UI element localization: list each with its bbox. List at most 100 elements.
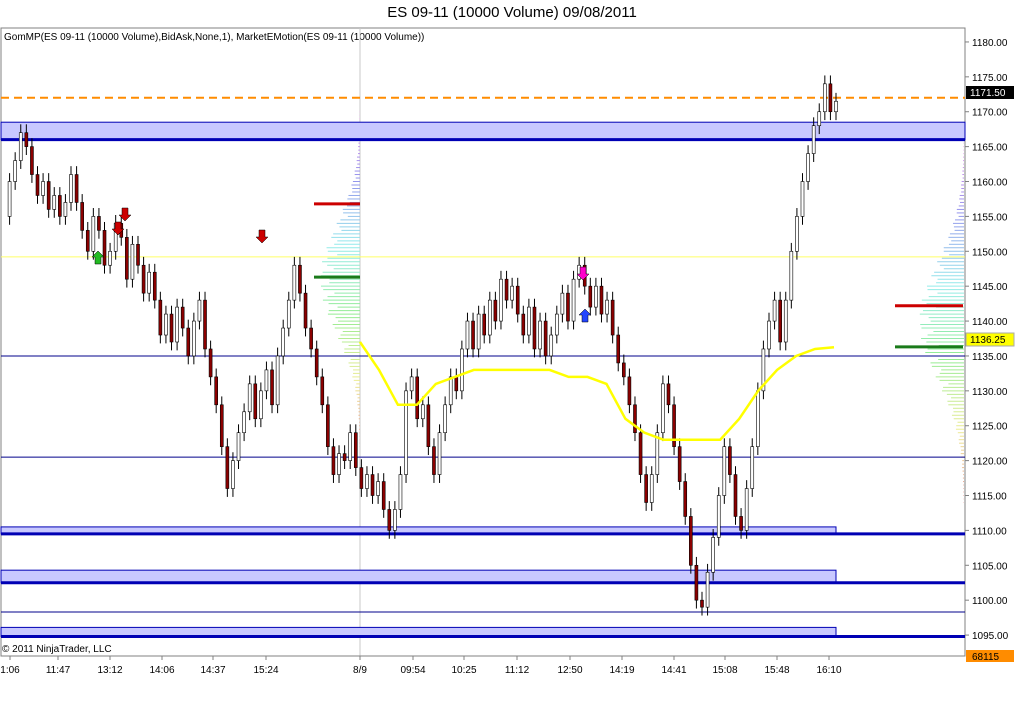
y-tick-label: 1125.00: [972, 422, 1008, 433]
y-tick-label: 1115.00: [972, 492, 1007, 503]
candle-body: [700, 599, 704, 608]
x-tick-label: 14:06: [149, 665, 174, 676]
candle-body: [175, 306, 179, 343]
candle-body: [521, 313, 526, 336]
candle-body: [739, 516, 743, 531]
x-tick-label: 11:12: [505, 665, 530, 676]
candle-body: [74, 174, 79, 203]
y-tick-label: 1150.00: [972, 247, 1008, 258]
last-price-box: 1171.50: [966, 86, 1014, 99]
candle-body: [203, 299, 207, 350]
candle-body: [767, 320, 771, 350]
candle-body: [515, 285, 520, 315]
candle-body: [259, 390, 263, 420]
y-tick-label: 1140.00: [972, 317, 1008, 328]
candle-body: [214, 376, 218, 406]
candle-body: [247, 383, 252, 413]
candle-body: [7, 181, 12, 217]
candle-body: [58, 195, 62, 217]
candle-body: [588, 285, 593, 308]
candle-body: [24, 132, 29, 147]
candle-body: [270, 369, 274, 406]
candle-body: [275, 355, 280, 406]
candle-body: [141, 264, 146, 294]
x-tick-label: 11:47: [46, 665, 71, 676]
x-tick-label: 15:08: [712, 665, 737, 676]
candle-body: [633, 404, 637, 434]
candle-body: [35, 174, 40, 196]
candle-body: [286, 299, 291, 329]
candle-body: [538, 320, 542, 350]
candle-body: [555, 313, 559, 336]
candle-body: [180, 306, 185, 329]
signal-arrow-icon: [578, 308, 592, 323]
candle-body: [510, 285, 514, 301]
candle-body: [448, 376, 453, 406]
candle-body: [800, 181, 805, 217]
candle-body: [381, 481, 386, 510]
candle-body: [666, 383, 671, 406]
candle-body: [219, 404, 224, 447]
x-tick-label: 12:50: [557, 665, 582, 676]
candle-body: [130, 244, 135, 280]
y-tick-label: 1130.00: [972, 387, 1008, 398]
candle-body: [487, 299, 492, 336]
candle-body: [85, 230, 90, 252]
candle-body: [711, 537, 715, 573]
candle-body: [152, 271, 157, 301]
candle-body: [281, 327, 285, 357]
y-tick-label: 1105.00: [972, 561, 1008, 572]
candle-body: [756, 390, 760, 447]
candle-body: [778, 299, 782, 343]
candle-body: [610, 299, 615, 336]
candle-body: [795, 216, 799, 252]
candle-body: [560, 292, 565, 315]
candle-body: [454, 376, 459, 392]
ema-price-box: 1136.25: [965, 332, 1015, 347]
candle-body: [437, 432, 442, 475]
candle-body: [806, 153, 810, 182]
candle-body: [365, 474, 369, 489]
y-tick-label: 1175.00: [972, 73, 1008, 84]
x-tick-label: 15:48: [764, 665, 789, 676]
candle-body: [823, 83, 827, 113]
candle-body: [309, 327, 313, 350]
candle-body: [225, 446, 230, 489]
candle-body: [337, 453, 341, 475]
candle-body: [728, 446, 732, 475]
candle-body: [108, 250, 112, 266]
candle-body: [532, 306, 537, 350]
candle-body: [834, 100, 838, 113]
candle-body: [169, 313, 174, 343]
candle-body: [594, 285, 598, 308]
candle-body: [415, 376, 420, 420]
x-tick-label: 14:37: [200, 665, 225, 676]
candle-body: [46, 181, 51, 210]
candle-body: [13, 160, 17, 182]
candle-body: [499, 278, 503, 322]
candle-body: [342, 453, 347, 461]
candle-body: [504, 278, 509, 301]
candle-body: [208, 348, 213, 378]
candle-body: [147, 271, 151, 294]
candle-body: [772, 299, 777, 322]
candle-body: [789, 250, 794, 301]
candle-body: [231, 460, 235, 489]
candle-body: [91, 216, 96, 252]
candle-body: [432, 446, 436, 475]
candle-body: [102, 230, 107, 266]
x-tick-label: 10:25: [451, 665, 476, 676]
candle-body: [744, 488, 749, 531]
x-tick-label: 8/9: [353, 665, 367, 676]
candle-body: [353, 432, 358, 468]
candle-body: [164, 313, 168, 336]
candle-body: [649, 474, 654, 503]
candle-body: [320, 376, 325, 406]
chart-canvas: 1180.00 1175.00 1170.00 1165.00 1160.00 1155.…: [0, 27, 1015, 676]
ema-price-label: 1136.25: [970, 335, 1006, 346]
x-tick-label: 13:12: [97, 665, 122, 676]
candle-body: [125, 237, 129, 280]
candle-body: [18, 132, 23, 161]
candle-body: [420, 404, 425, 420]
candle-body: [828, 83, 833, 113]
